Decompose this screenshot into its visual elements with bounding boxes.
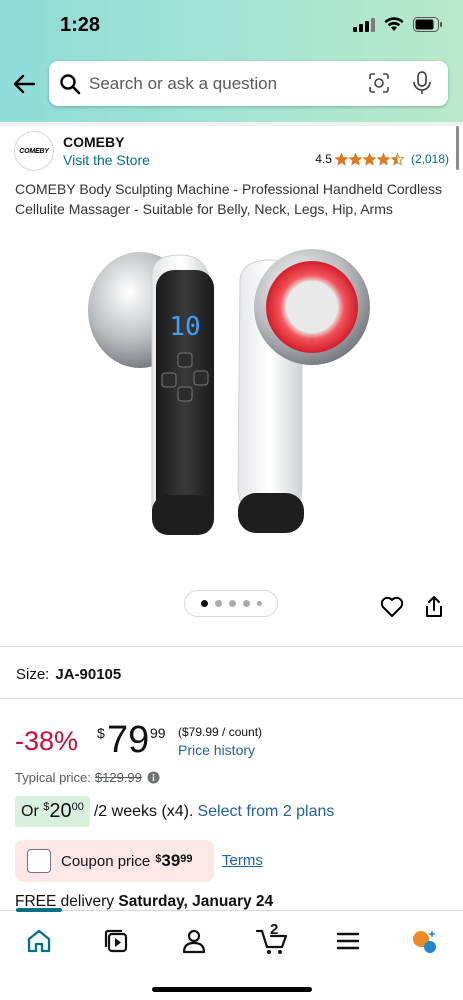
- coupon-terms-link[interactable]: Terms: [222, 852, 263, 869]
- battery-icon: [413, 17, 442, 32]
- back-arrow-icon[interactable]: [10, 70, 38, 98]
- coupon-currency: $: [155, 853, 162, 865]
- menu-icon[interactable]: [334, 927, 362, 955]
- coupon-label: Coupon price: [61, 852, 151, 870]
- product-title: COMEBY Body Sculpting Machine - Professi…: [15, 181, 442, 217]
- search-bar[interactable]: [49, 61, 448, 106]
- pagination-dot[interactable]: [228, 600, 236, 607]
- installment-fraction: 00: [71, 800, 84, 813]
- brand-logo-text: COMEBY: [19, 147, 49, 155]
- installment-currency: $: [43, 800, 50, 813]
- search-input[interactable]: [89, 73, 359, 94]
- price-history-link[interactable]: Price history: [178, 742, 255, 758]
- installment-whole: 20: [49, 800, 72, 822]
- coupon-whole: 39: [161, 851, 181, 870]
- active-tab-indicator: [16, 908, 62, 912]
- size-value: JA-90105: [55, 666, 122, 683]
- share-icon[interactable]: [424, 595, 444, 619]
- wifi-icon: [384, 17, 404, 31]
- coupon-box[interactable]: Coupon price $39 99: [15, 840, 214, 882]
- size-row[interactable]: Size: JA-90105: [16, 666, 121, 683]
- coupon-price: $39 99: [155, 851, 192, 871]
- video-icon[interactable]: [102, 927, 130, 955]
- product-image[interactable]: 10: [80, 245, 390, 565]
- discount-percent: -38%: [15, 726, 79, 756]
- status-icons: [353, 17, 443, 32]
- delivery-date: Saturday, January 24: [118, 893, 274, 910]
- account-icon[interactable]: [180, 927, 208, 955]
- installment-row: Or $20 00 /2 weeks (x4). Select from 2 pl…: [15, 796, 334, 827]
- scroll-indicator: [456, 126, 459, 170]
- device-display-digits: 10: [169, 312, 200, 342]
- app-header: 1:28: [0, 0, 463, 122]
- info-icon[interactable]: [147, 771, 160, 784]
- search-icon: [60, 73, 81, 94]
- visit-store-link[interactable]: Visit the Store: [63, 152, 150, 168]
- brand-name: COMEBY: [63, 134, 125, 150]
- cart-count: 2: [270, 921, 279, 938]
- installment-prefix: Or: [21, 802, 39, 820]
- price-whole: 79: [107, 719, 150, 761]
- coupon-fraction: 99: [180, 853, 193, 865]
- size-label: Size:: [16, 666, 50, 683]
- camera-lens-icon[interactable]: [368, 72, 390, 94]
- price-per-count: ($79.99 / count): [178, 725, 263, 739]
- typical-price-row: Typical price: $129.99: [15, 770, 160, 785]
- typical-price-label: Typical price:: [15, 770, 91, 785]
- pagination-dot[interactable]: [242, 600, 250, 607]
- select-plans-link[interactable]: Select from 2 plans: [197, 803, 334, 821]
- right-device-base: [238, 493, 304, 533]
- cellular-signal-icon: [353, 17, 375, 32]
- pagination-dot[interactable]: [200, 600, 208, 607]
- home-icon[interactable]: [25, 927, 53, 955]
- home-indicator-bar: [152, 987, 312, 992]
- scroll-peek-strip: [0, 122, 463, 126]
- rufus-icon[interactable]: [410, 927, 438, 955]
- rating-value: 4.5: [315, 152, 332, 166]
- head-center: [286, 281, 338, 333]
- status-time: 1:28: [60, 14, 101, 36]
- left-device-base: [152, 495, 214, 535]
- price-fraction: 99: [150, 725, 166, 741]
- section-divider: [0, 698, 463, 699]
- installment-suffix: /2 weeks (x4).: [93, 802, 194, 820]
- typical-price-value: $129.99: [94, 770, 142, 785]
- rating-summary[interactable]: 4.5 (2,018): [315, 152, 449, 166]
- brand-logo[interactable]: COMEBY: [14, 131, 54, 171]
- image-pagination-dots[interactable]: [184, 590, 278, 617]
- coupon-checkbox[interactable]: [27, 849, 51, 873]
- price-currency: $: [97, 725, 105, 741]
- microphone-icon[interactable]: [410, 70, 434, 96]
- bottom-nav: 2: [0, 908, 463, 1000]
- pagination-dot[interactable]: [256, 601, 262, 606]
- installment-badge: Or $20 00: [15, 796, 90, 827]
- section-divider: [0, 646, 463, 647]
- heart-icon[interactable]: [380, 596, 404, 618]
- cart-button[interactable]: 2: [255, 921, 290, 955]
- rating-count[interactable]: (2,018): [411, 152, 449, 166]
- star-rating-icon: [334, 152, 405, 166]
- pagination-dot[interactable]: [214, 600, 222, 607]
